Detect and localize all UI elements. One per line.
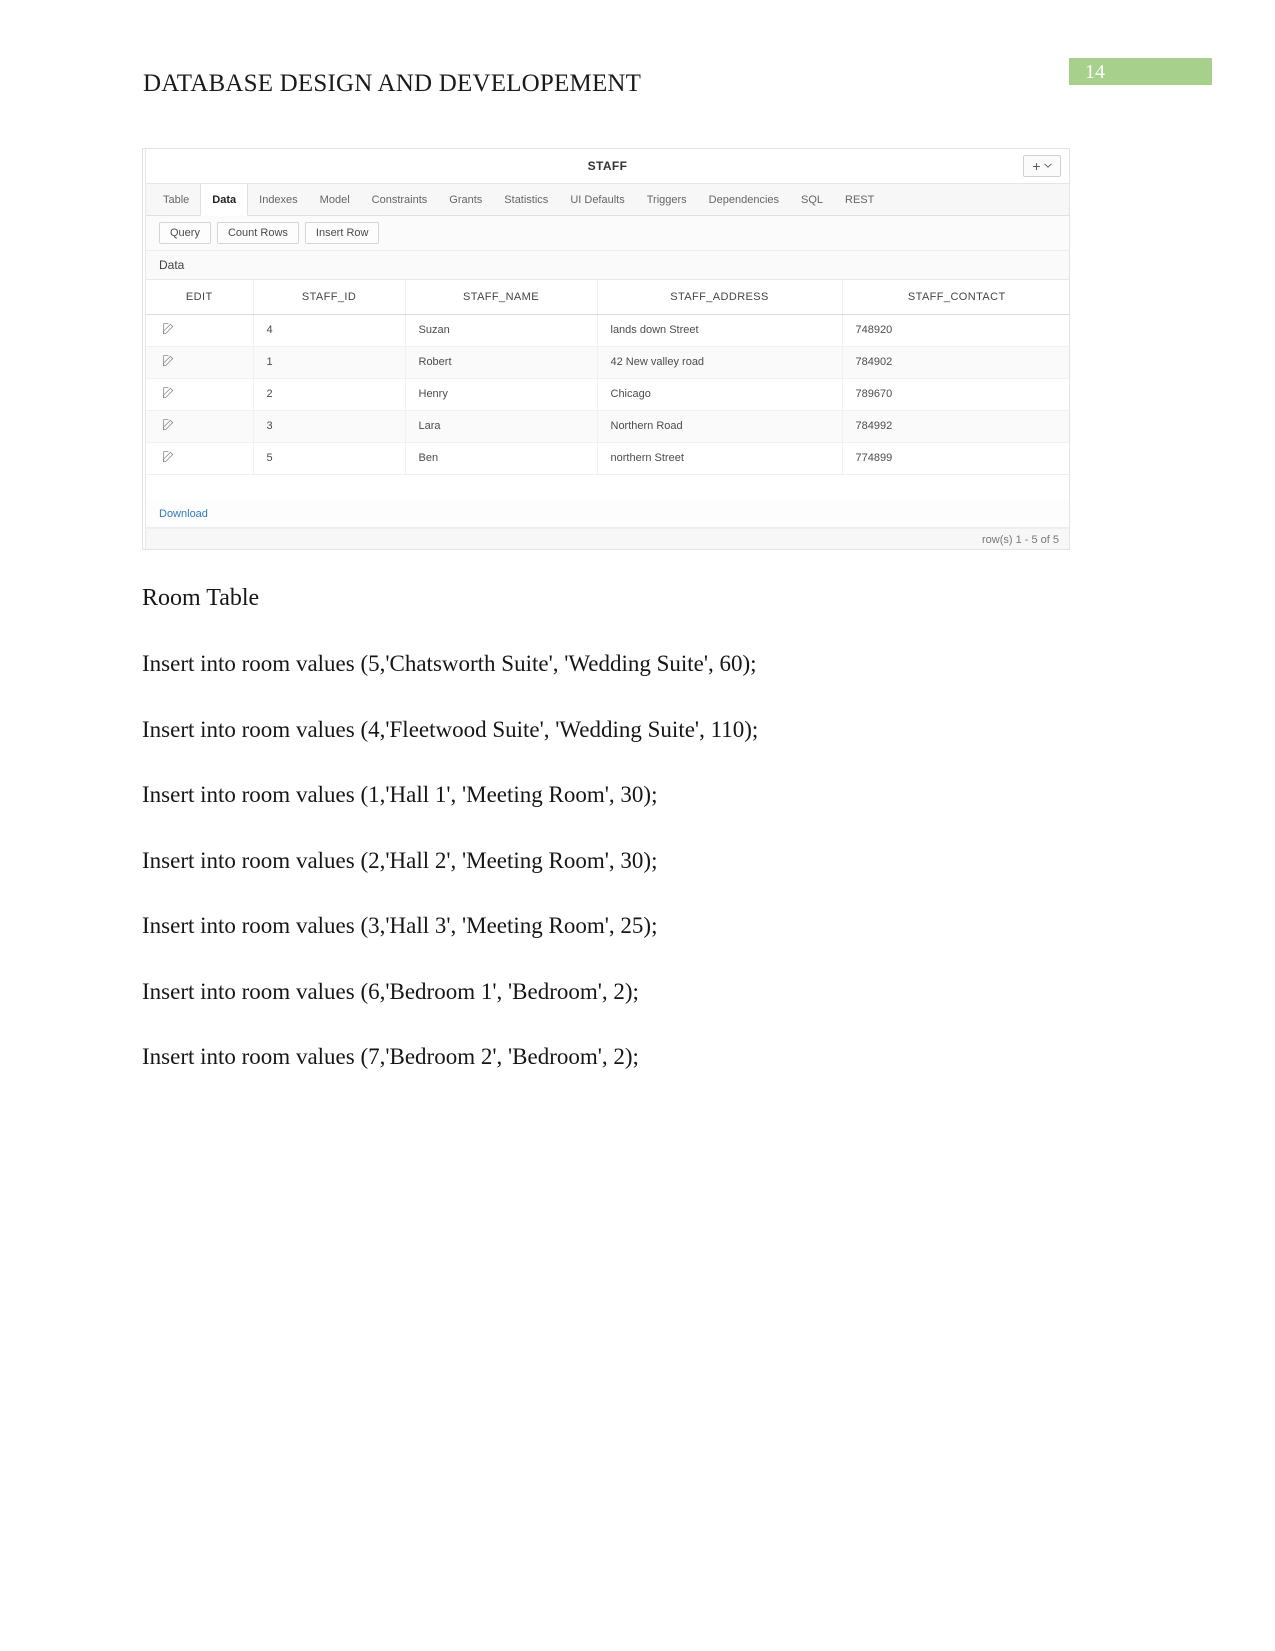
- download-link[interactable]: Download: [159, 508, 208, 520]
- count-rows-button[interactable]: Count Rows: [216, 222, 299, 244]
- cell-staff-id: 1: [253, 346, 406, 379]
- tab-statistics[interactable]: Statistics: [493, 184, 559, 215]
- room-table-section: Room Table Insert into room values (5,'C…: [142, 585, 1142, 1109]
- staff-data-table: EDIT STAFF_ID STAFF_NAME STAFF_ADDRESS S…: [146, 280, 1069, 475]
- query-button[interactable]: Query: [159, 222, 211, 244]
- apex-titlebar: STAFF +: [146, 149, 1069, 184]
- cell-staff-name: Lara: [405, 410, 598, 443]
- edit-cell: [146, 442, 254, 475]
- row-count-text: row(s) 1 - 5 of 5: [981, 533, 1059, 546]
- cell-staff-contact: 748920: [842, 314, 1069, 347]
- cell-staff-address: northern Street: [597, 442, 843, 475]
- cell-staff-id: 3: [253, 410, 406, 443]
- apex-tab-bar: Table Data Indexes Model Constraints Gra…: [146, 184, 1069, 216]
- column-header-staff-contact[interactable]: STAFF_CONTACT: [842, 280, 1069, 315]
- table-row: 1 Robert 42 New valley road 784902: [146, 346, 1069, 379]
- cell-staff-id: 4: [253, 314, 406, 347]
- chevron-down-icon: [1043, 160, 1052, 172]
- table-header-row: EDIT STAFF_ID STAFF_NAME STAFF_ADDRESS S…: [146, 280, 1069, 315]
- add-dropdown-button[interactable]: +: [1023, 155, 1061, 177]
- tab-sql[interactable]: SQL: [790, 184, 834, 215]
- cell-staff-contact: 789670: [842, 378, 1069, 411]
- tab-table[interactable]: Table: [152, 184, 200, 215]
- insert-statement: Insert into room values (3,'Hall 3', 'Me…: [142, 913, 658, 939]
- cell-staff-address: 42 New valley road: [597, 346, 843, 379]
- tab-rest[interactable]: REST: [834, 184, 885, 215]
- table-row: 2 Henry Chicago 789670: [146, 378, 1069, 411]
- column-header-staff-address[interactable]: STAFF_ADDRESS: [597, 280, 843, 315]
- apex-table-title: STAFF: [587, 159, 628, 173]
- insert-statement: Insert into room values (5,'Chatsworth S…: [142, 651, 757, 677]
- cell-staff-id: 2: [253, 378, 406, 411]
- insert-statement: Insert into room values (2,'Hall 2', 'Me…: [142, 847, 658, 873]
- cell-staff-contact: 774899: [842, 442, 1069, 475]
- insert-row-button[interactable]: Insert Row: [304, 222, 380, 244]
- tab-ui-defaults[interactable]: UI Defaults: [559, 184, 635, 215]
- cell-staff-name: Robert: [405, 346, 598, 379]
- section-heading: Room Table: [142, 585, 260, 611]
- edit-cell: [146, 410, 254, 443]
- edit-pencil-icon[interactable]: [146, 386, 175, 399]
- table-row: 4 Suzan lands down Street 748920: [146, 314, 1069, 347]
- cell-staff-address: Northern Road: [597, 410, 843, 443]
- document-header-title: DATABASE DESIGN AND DEVELOPEMENT: [143, 70, 642, 97]
- edit-pencil-icon[interactable]: [146, 354, 175, 367]
- table-row: 5 Ben northern Street 774899: [146, 442, 1069, 475]
- tab-grants[interactable]: Grants: [438, 184, 493, 215]
- data-section-label: Data: [146, 251, 1069, 280]
- apex-table-screenshot: STAFF + Table Data Indexes Model Constra…: [142, 148, 1070, 550]
- tab-triggers[interactable]: Triggers: [636, 184, 698, 215]
- tab-model[interactable]: Model: [309, 184, 361, 215]
- insert-statement: Insert into room values (7,'Bedroom 2', …: [142, 1044, 639, 1070]
- insert-statement: Insert into room values (4,'Fleetwood Su…: [142, 716, 759, 742]
- edit-pencil-icon[interactable]: [146, 450, 175, 463]
- edit-cell: [146, 346, 254, 379]
- edit-cell: [146, 378, 254, 411]
- edit-pencil-icon[interactable]: [146, 322, 175, 335]
- plus-icon: +: [1032, 158, 1041, 174]
- edit-cell: [146, 314, 254, 347]
- tab-indexes[interactable]: Indexes: [248, 184, 309, 215]
- tab-data[interactable]: Data: [200, 184, 249, 216]
- edit-pencil-icon[interactable]: [146, 418, 175, 431]
- apex-footer: row(s) 1 - 5 of 5: [146, 528, 1069, 549]
- table-row: 3 Lara Northern Road 784992: [146, 410, 1069, 443]
- tab-constraints[interactable]: Constraints: [361, 184, 439, 215]
- insert-statement: Insert into room values (6,'Bedroom 1', …: [142, 978, 639, 1004]
- cell-staff-address: Chicago: [597, 378, 843, 411]
- column-header-edit[interactable]: EDIT: [146, 280, 254, 315]
- document-header: DATABASE DESIGN AND DEVELOPEMENT 14: [0, 58, 1275, 118]
- apex-action-toolbar: Query Count Rows Insert Row: [146, 216, 1069, 251]
- cell-staff-address: lands down Street: [597, 314, 843, 347]
- tab-dependencies[interactable]: Dependencies: [698, 184, 790, 215]
- page-number-badge: 14: [1069, 58, 1212, 85]
- column-header-staff-name[interactable]: STAFF_NAME: [405, 280, 598, 315]
- insert-statement: Insert into room values (1,'Hall 1', 'Me…: [142, 782, 658, 808]
- column-header-staff-id[interactable]: STAFF_ID: [253, 280, 406, 315]
- cell-staff-id: 5: [253, 442, 406, 475]
- cell-staff-name: Ben: [405, 442, 598, 475]
- page-number-text: 14: [1085, 61, 1105, 83]
- download-row: Download: [146, 500, 1069, 528]
- cell-staff-name: Henry: [405, 378, 598, 411]
- cell-staff-contact: 784992: [842, 410, 1069, 443]
- cell-staff-contact: 784902: [842, 346, 1069, 379]
- cell-staff-name: Suzan: [405, 314, 598, 347]
